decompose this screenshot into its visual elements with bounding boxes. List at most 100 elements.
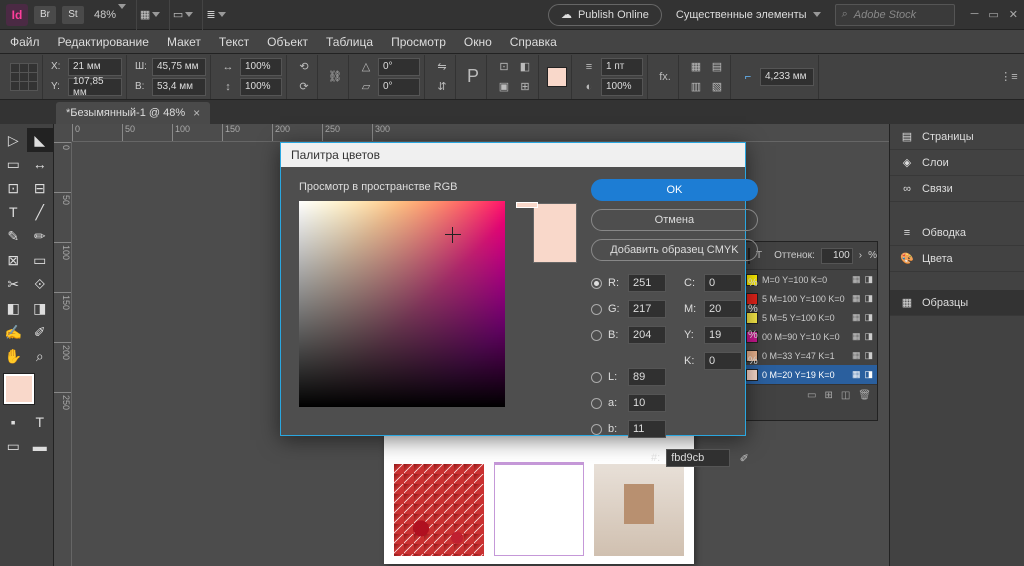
y-input[interactable]: 107,85 мм [68,78,122,96]
m-input[interactable]: 20 [704,300,742,318]
k-input[interactable]: 0 [704,352,742,370]
swatch-delete-icon[interactable]: 🗑 [858,390,871,401]
arrange-icon[interactable]: ≣ [207,6,225,24]
content-placer-tool[interactable]: ⊟ [27,176,54,200]
type-tool[interactable]: T [0,200,27,224]
swatch-new-folder-icon[interactable]: ⊞ [824,390,832,401]
radio-b[interactable] [591,330,602,341]
doc-tab[interactable]: *Безымянный-1 @ 48% × [56,102,210,124]
tint-input[interactable] [821,248,853,264]
panel-links[interactable]: ∞Связи [890,176,1024,202]
rotate-cw-icon[interactable]: ⟳ [295,78,313,96]
menu-таблица[interactable]: Таблица [326,35,373,49]
menu-файл[interactable]: Файл [10,35,40,49]
reference-point[interactable] [10,63,38,91]
cancel-button[interactable]: Отмена [591,209,758,231]
menu-справка[interactable]: Справка [510,35,557,49]
flip-v-icon[interactable]: ⇵ [433,78,451,96]
text-wrap-4-icon[interactable]: ▧ [708,78,726,96]
hue-thumb[interactable] [516,202,538,208]
scale-y-input[interactable]: 100% [240,78,282,96]
text-wrap-icon[interactable]: ▦ [687,58,705,76]
menu-окно[interactable]: Окно [464,35,492,49]
close-icon[interactable]: ✕ [1009,8,1018,21]
eyedropper-icon[interactable]: ✐ [736,450,752,466]
scissors-tool[interactable]: ✂ [0,272,27,296]
add-swatch-button[interactable]: Добавить образец CMYK [591,239,758,261]
link-icon[interactable]: ⛓ [326,59,344,95]
content-collector-tool[interactable]: ⊡ [0,176,27,200]
text-wrap-2-icon[interactable]: ▤ [708,58,726,76]
normal-view-icon[interactable]: ▭ [0,434,27,458]
pencil-tool[interactable]: ✏ [27,224,54,248]
b-input[interactable]: 204 [628,326,666,344]
swatch-row[interactable]: 0 M=33 Y=47 K=1▦◨ [742,346,877,365]
minimize-icon[interactable]: ─ [971,8,979,21]
swatch-row[interactable]: 0 M=20 Y=19 K=0▦◨ [742,365,877,384]
r-input[interactable]: 251 [628,274,666,292]
control-menu-icon[interactable]: ⋮≡ [1000,68,1018,86]
opacity-input[interactable]: 100% [601,78,643,96]
view-options-icon[interactable]: ▦ [141,6,159,24]
radio-l[interactable] [591,372,602,383]
rotate-ccw-icon[interactable]: ⟲ [295,58,313,76]
l-input[interactable]: 89 [628,368,666,386]
content-icon[interactable]: ◧ [516,58,534,76]
swatch-row[interactable]: 00 M=90 Y=10 K=0▦◨ [742,327,877,346]
stock-badge[interactable]: St [62,6,84,24]
rect-tool[interactable]: ▭ [27,248,54,272]
lab-b-input[interactable]: 11 [628,420,666,438]
paragraph-icon[interactable]: P [464,59,482,95]
corner-icon[interactable]: ⌐ [739,68,757,86]
page-tool[interactable]: ▭ [0,152,27,176]
a-input[interactable]: 10 [628,394,666,412]
apply-color-icon[interactable]: ▪ [0,410,27,434]
panel-stroke[interactable]: ≡Обводка [890,220,1024,246]
eyedropper-tool[interactable]: ✐ [27,320,54,344]
scale-x-input[interactable]: 100% [240,58,282,76]
zoom-tool[interactable]: ⌕ [27,344,54,368]
fill-stroke-proxy[interactable] [4,374,34,404]
color-field[interactable] [299,201,505,407]
direct-selection-tool[interactable]: ◣ [27,128,54,152]
menu-макет[interactable]: Макет [167,35,201,49]
width-input[interactable]: 45,75 мм [152,58,206,76]
swatch-new-icon[interactable]: ◫ [841,390,850,401]
swatch-row[interactable]: 5 M=100 Y=100 K=0▦◨ [742,289,877,308]
gradient-swatch-tool[interactable]: ◧ [0,296,27,320]
radio-r[interactable] [591,278,602,289]
container-icon[interactable]: ⊡ [495,58,513,76]
menu-редактирование[interactable]: Редактирование [58,35,149,49]
gap-tool[interactable]: ↔ [27,152,54,176]
swatch-row[interactable]: M=0 Y=100 K=0▦◨ [742,270,877,289]
restore-icon[interactable]: ▭ [988,8,998,21]
flip-h-icon[interactable]: ⇋ [433,58,451,76]
hand-tool[interactable]: ✋ [0,344,27,368]
menu-текст[interactable]: Текст [219,35,249,49]
radio-b2[interactable] [591,424,602,435]
publish-online-button[interactable]: ☁ Publish Online [548,4,662,26]
angle-input[interactable]: 0° [378,58,420,76]
pen-tool[interactable]: ✎ [0,224,27,248]
hex-input[interactable]: fbd9cb [666,449,730,467]
tab-close-icon[interactable]: × [193,106,200,120]
fill-swatch[interactable] [547,67,567,87]
preview-mode-icon[interactable]: ▬ [27,434,54,458]
height-input[interactable]: 53,4 мм [152,78,206,96]
ok-button[interactable]: OK [591,179,758,201]
menu-объект[interactable]: Объект [267,35,308,49]
screen-mode-icon[interactable]: ▭ [174,6,192,24]
y-input[interactable]: 19 [704,326,742,344]
panel-color[interactable]: 🎨Цвета [890,246,1024,272]
panel-swatches[interactable]: ▦Образцы [890,290,1024,316]
g-input[interactable]: 217 [628,300,666,318]
panel-pages[interactable]: ▤Страницы [890,124,1024,150]
radio-a[interactable] [591,398,602,409]
stock-search-input[interactable]: ⌕ Adobe Stock [835,4,955,26]
x-input[interactable]: 21 мм [68,58,122,76]
corner-input[interactable]: 4,233 мм [760,68,814,86]
note-tool[interactable]: ✍ [0,320,27,344]
formatting-text-icon[interactable]: T [27,410,54,434]
rect-frame-tool[interactable]: ⊠ [0,248,27,272]
bridge-badge[interactable]: Br [34,6,56,24]
